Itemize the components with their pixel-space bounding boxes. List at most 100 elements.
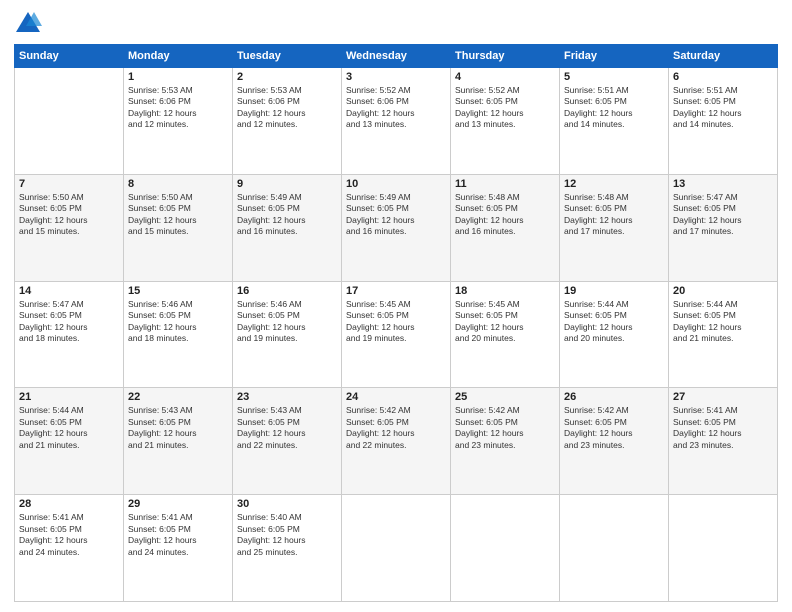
day-info: Sunrise: 5:44 AM Sunset: 6:05 PM Dayligh…	[19, 405, 119, 451]
day-number: 10	[346, 178, 446, 190]
calendar-cell: 27 Sunrise: 5:41 AM Sunset: 6:05 PM Dayli…	[669, 388, 778, 495]
header-day-wednesday: Wednesday	[342, 45, 451, 68]
day-info: Sunrise: 5:44 AM Sunset: 6:05 PM Dayligh…	[564, 299, 664, 345]
day-info: Sunrise: 5:40 AM Sunset: 6:05 PM Dayligh…	[237, 512, 337, 558]
calendar-cell: 15Sunrise: 5:46 AM Sunset: 6:05 PM Dayli…	[124, 281, 233, 388]
day-number: 27	[673, 391, 773, 403]
day-number: 14	[19, 285, 119, 297]
calendar-cell: 17 Sunrise: 5:45 AM Sunset: 6:05 PM Dayli…	[342, 281, 451, 388]
calendar-cell: 7 Sunrise: 5:50 AM Sunset: 6:05 PM Daylig…	[15, 174, 124, 281]
calendar-cell: 19Sunrise: 5:44 AM Sunset: 6:05 PM Dayli…	[560, 281, 669, 388]
day-number: 11	[455, 178, 555, 190]
calendar-cell: 29 Sunrise: 5:41 AM Sunset: 6:05 PM Dayli…	[124, 495, 233, 602]
day-info: Sunrise: 5:53 AM Sunset: 6:06 PM Dayligh…	[237, 85, 337, 131]
day-info: Sunrise: 5:51 AM Sunset: 6:05 PM Dayligh…	[564, 85, 664, 131]
day-info: Sunrise: 5:42 AM Sunset: 6:05 PM Dayligh…	[346, 405, 446, 451]
day-info: Sunrise: 5:51 AM Sunset: 6:05 PM Dayligh…	[673, 85, 773, 131]
calendar-body: 1 Sunrise: 5:53 AM Sunset: 6:06 PM Daylig…	[15, 68, 778, 602]
day-info: Sunrise: 5:49 AM Sunset: 6:05 PM Dayligh…	[237, 192, 337, 238]
header	[14, 10, 778, 38]
day-number: 23	[237, 391, 337, 403]
day-number: 8	[128, 178, 228, 190]
day-info: Sunrise: 5:41 AM Sunset: 6:05 PM Dayligh…	[673, 405, 773, 451]
calendar-cell: 1 Sunrise: 5:53 AM Sunset: 6:06 PM Daylig…	[124, 68, 233, 175]
day-info: Sunrise: 5:46 AM Sunset: 6:05 PM Dayligh…	[237, 299, 337, 345]
logo	[14, 10, 46, 38]
calendar-cell	[15, 68, 124, 175]
day-number: 17	[346, 285, 446, 297]
calendar-cell: 9 Sunrise: 5:49 AM Sunset: 6:05 PM Daylig…	[233, 174, 342, 281]
calendar-cell: 28 Sunrise: 5:41 AM Sunset: 6:05 PM Dayli…	[15, 495, 124, 602]
day-info: Sunrise: 5:47 AM Sunset: 6:05 PM Dayligh…	[19, 299, 119, 345]
calendar-cell	[669, 495, 778, 602]
day-info: Sunrise: 5:43 AM Sunset: 6:05 PM Dayligh…	[237, 405, 337, 451]
day-number: 21	[19, 391, 119, 403]
calendar-cell	[560, 495, 669, 602]
day-number: 16	[237, 285, 337, 297]
calendar-table: SundayMondayTuesdayWednesdayThursdayFrid…	[14, 44, 778, 602]
day-info: Sunrise: 5:53 AM Sunset: 6:06 PM Dayligh…	[128, 85, 228, 131]
header-day-saturday: Saturday	[669, 45, 778, 68]
calendar-week-4: 21 Sunrise: 5:44 AM Sunset: 6:05 PM Dayli…	[15, 388, 778, 495]
day-number: 12	[564, 178, 664, 190]
header-day-friday: Friday	[560, 45, 669, 68]
calendar-cell: 24Sunrise: 5:42 AM Sunset: 6:05 PM Dayli…	[342, 388, 451, 495]
day-number: 30	[237, 498, 337, 510]
calendar-cell: 22Sunrise: 5:43 AM Sunset: 6:05 PM Dayli…	[124, 388, 233, 495]
day-number: 6	[673, 71, 773, 83]
day-info: Sunrise: 5:41 AM Sunset: 6:05 PM Dayligh…	[19, 512, 119, 558]
calendar-cell: 3 Sunrise: 5:52 AM Sunset: 6:06 PM Daylig…	[342, 68, 451, 175]
day-info: Sunrise: 5:42 AM Sunset: 6:05 PM Dayligh…	[455, 405, 555, 451]
calendar-cell: 4 Sunrise: 5:52 AM Sunset: 6:05 PM Daylig…	[451, 68, 560, 175]
day-number: 1	[128, 71, 228, 83]
header-day-sunday: Sunday	[15, 45, 124, 68]
day-number: 9	[237, 178, 337, 190]
day-info: Sunrise: 5:52 AM Sunset: 6:06 PM Dayligh…	[346, 85, 446, 131]
header-day-thursday: Thursday	[451, 45, 560, 68]
day-number: 20	[673, 285, 773, 297]
calendar-cell: 21 Sunrise: 5:44 AM Sunset: 6:05 PM Dayli…	[15, 388, 124, 495]
day-info: Sunrise: 5:46 AM Sunset: 6:05 PM Dayligh…	[128, 299, 228, 345]
calendar-cell: 6 Sunrise: 5:51 AM Sunset: 6:05 PM Daylig…	[669, 68, 778, 175]
day-info: Sunrise: 5:50 AM Sunset: 6:05 PM Dayligh…	[128, 192, 228, 238]
day-info: Sunrise: 5:43 AM Sunset: 6:05 PM Dayligh…	[128, 405, 228, 451]
calendar-cell: 8 Sunrise: 5:50 AM Sunset: 6:05 PM Daylig…	[124, 174, 233, 281]
calendar-week-1: 1 Sunrise: 5:53 AM Sunset: 6:06 PM Daylig…	[15, 68, 778, 175]
day-number: 26	[564, 391, 664, 403]
day-info: Sunrise: 5:50 AM Sunset: 6:05 PM Dayligh…	[19, 192, 119, 238]
calendar-cell: 5Sunrise: 5:51 AM Sunset: 6:05 PM Daylig…	[560, 68, 669, 175]
calendar-cell	[342, 495, 451, 602]
calendar-week-5: 28 Sunrise: 5:41 AM Sunset: 6:05 PM Dayli…	[15, 495, 778, 602]
calendar-cell: 10 Sunrise: 5:49 AM Sunset: 6:05 PM Dayli…	[342, 174, 451, 281]
calendar-cell: 11 Sunrise: 5:48 AM Sunset: 6:05 PM Dayli…	[451, 174, 560, 281]
day-number: 4	[455, 71, 555, 83]
calendar-cell: 16 Sunrise: 5:46 AM Sunset: 6:05 PM Dayli…	[233, 281, 342, 388]
day-number: 7	[19, 178, 119, 190]
calendar-week-3: 14 Sunrise: 5:47 AM Sunset: 6:05 PM Dayli…	[15, 281, 778, 388]
day-number: 3	[346, 71, 446, 83]
day-info: Sunrise: 5:49 AM Sunset: 6:05 PM Dayligh…	[346, 192, 446, 238]
day-info: Sunrise: 5:48 AM Sunset: 6:05 PM Dayligh…	[564, 192, 664, 238]
calendar-cell	[451, 495, 560, 602]
calendar-cell: 26Sunrise: 5:42 AM Sunset: 6:05 PM Dayli…	[560, 388, 669, 495]
calendar-cell: 20 Sunrise: 5:44 AM Sunset: 6:05 PM Dayli…	[669, 281, 778, 388]
calendar-cell: 25Sunrise: 5:42 AM Sunset: 6:05 PM Dayli…	[451, 388, 560, 495]
day-number: 18	[455, 285, 555, 297]
day-info: Sunrise: 5:44 AM Sunset: 6:05 PM Dayligh…	[673, 299, 773, 345]
calendar-cell: 23 Sunrise: 5:43 AM Sunset: 6:05 PM Dayli…	[233, 388, 342, 495]
day-info: Sunrise: 5:52 AM Sunset: 6:05 PM Dayligh…	[455, 85, 555, 131]
day-info: Sunrise: 5:41 AM Sunset: 6:05 PM Dayligh…	[128, 512, 228, 558]
calendar-cell: 13Sunrise: 5:47 AM Sunset: 6:05 PM Dayli…	[669, 174, 778, 281]
calendar-cell: 18Sunrise: 5:45 AM Sunset: 6:05 PM Dayli…	[451, 281, 560, 388]
header-day-monday: Monday	[124, 45, 233, 68]
day-number: 28	[19, 498, 119, 510]
header-row: SundayMondayTuesdayWednesdayThursdayFrid…	[15, 45, 778, 68]
calendar-cell: 12 Sunrise: 5:48 AM Sunset: 6:05 PM Dayli…	[560, 174, 669, 281]
header-day-tuesday: Tuesday	[233, 45, 342, 68]
day-number: 29	[128, 498, 228, 510]
calendar-cell: 2Sunrise: 5:53 AM Sunset: 6:06 PM Daylig…	[233, 68, 342, 175]
day-info: Sunrise: 5:48 AM Sunset: 6:05 PM Dayligh…	[455, 192, 555, 238]
day-info: Sunrise: 5:45 AM Sunset: 6:05 PM Dayligh…	[346, 299, 446, 345]
calendar-cell: 14 Sunrise: 5:47 AM Sunset: 6:05 PM Dayli…	[15, 281, 124, 388]
calendar-header: SundayMondayTuesdayWednesdayThursdayFrid…	[15, 45, 778, 68]
